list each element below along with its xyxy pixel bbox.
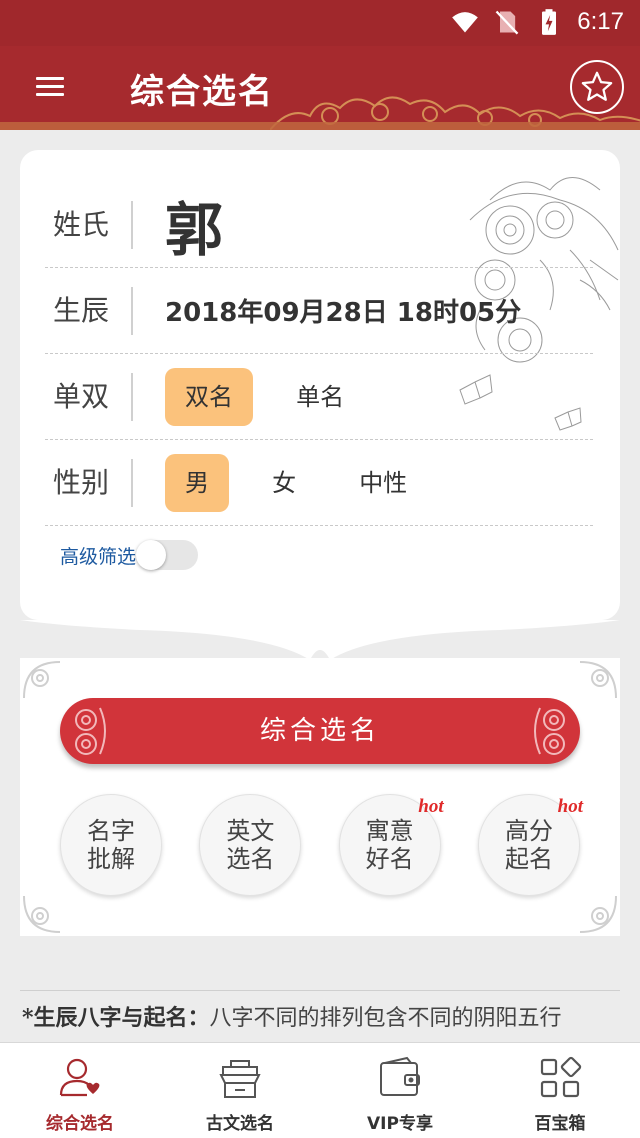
option-double-name[interactable]: 双名 — [165, 367, 253, 426]
person-heart-icon — [59, 1058, 100, 1097]
hot-badge: hot — [418, 796, 444, 817]
divider — [20, 990, 620, 991]
hot-badge: hot — [557, 796, 583, 817]
menu-button[interactable] — [30, 72, 70, 106]
star-icon — [581, 71, 613, 101]
surname-value[interactable]: 郭 — [133, 183, 223, 267]
swirl-icon — [534, 707, 565, 755]
option-single-name[interactable]: 单名 — [276, 368, 364, 426]
nav-label: 古文选名 — [206, 1114, 274, 1134]
gender-row: 性别 男 女 中性 — [45, 440, 593, 526]
no-sim-icon — [495, 10, 519, 35]
comprehensive-naming-button[interactable]: 综合选名 — [60, 698, 580, 764]
circle-label: 名字 — [87, 817, 135, 845]
info-heading: *生辰八字与起名： — [22, 1005, 210, 1031]
advanced-filter-toggle[interactable] — [136, 540, 199, 570]
circle-label: 高分 — [504, 817, 553, 845]
book-stack-icon — [219, 1060, 261, 1098]
menu-icon — [36, 77, 64, 80]
advanced-filter-label: 高级筛选 — [60, 545, 137, 568]
nav-vip[interactable]: VIP专享 — [320, 1043, 480, 1138]
corner-ornament-icon — [23, 661, 61, 699]
grid-icon — [540, 1056, 582, 1098]
bottom-navigation: 综合选名 古文选名 VIP专享 百宝箱 — [0, 1042, 640, 1138]
circle-label: 寓意 — [365, 817, 414, 845]
nav-comprehensive-naming[interactable]: 综合选名 — [0, 1043, 160, 1138]
app-bar: 综合选名 — [0, 46, 640, 130]
name-length-row: 单双 双名 单名 — [45, 354, 593, 440]
nav-toolbox[interactable]: 百宝箱 — [480, 1043, 640, 1138]
page-title: 综合选名 — [130, 72, 274, 112]
nav-classical-naming[interactable]: 古文选名 — [160, 1043, 320, 1138]
circle-label: 好名 — [365, 845, 414, 873]
circle-label: 选名 — [226, 845, 275, 873]
name-analysis-button[interactable]: 名字 批解 — [60, 794, 162, 896]
nav-label: VIP专享 — [367, 1114, 433, 1134]
title-bar-band — [0, 122, 640, 130]
birth-label: 生辰 — [45, 286, 133, 335]
status-bar: 6:17 — [0, 0, 640, 46]
main-button-label: 综合选名 — [259, 716, 380, 746]
card-connector — [20, 620, 620, 660]
circle-label: 起名 — [504, 845, 553, 873]
favorite-button[interactable] — [570, 60, 624, 114]
meaningful-name-button[interactable]: hot 寓意 好名 — [338, 794, 444, 896]
option-neutral[interactable]: 中性 — [339, 454, 427, 512]
battery-charging-icon — [542, 9, 557, 35]
birth-row: 生辰 2018年09月28日 18时05分 — [45, 268, 593, 354]
feature-buttons: 名字 批解 英文 选名 hot 寓意 好名 hot 高分 起名 — [60, 794, 583, 896]
option-female[interactable]: 女 — [252, 454, 316, 512]
circle-label: 英文 — [226, 817, 275, 845]
option-male[interactable]: 男 — [165, 453, 229, 512]
surname-row: 姓氏 郭 — [45, 182, 593, 268]
birth-value[interactable]: 2018年09月28日 18时05分 — [133, 292, 521, 329]
name-length-label: 单双 — [45, 372, 133, 421]
clock: 6:17 — [577, 8, 624, 35]
info-body: 八字不同的排列包含不同的阴阳五行 — [209, 1006, 562, 1031]
nav-label: 百宝箱 — [534, 1114, 586, 1134]
surname-label: 姓氏 — [45, 200, 133, 249]
name-form-card: 姓氏 郭 生辰 2018年09月28日 18时05分 单双 双名 单名 性别 男… — [20, 150, 620, 620]
advanced-filter: 高级筛选 — [60, 540, 199, 570]
wallet-icon — [380, 1056, 420, 1096]
action-card: 综合选名 名字 批解 英文 选名 hot 寓意 好名 hot 高分 起名 — [20, 658, 620, 936]
high-score-naming-button[interactable]: hot 高分 起名 — [477, 794, 583, 896]
info-text: *生辰八字与起名：八字不同的排列包含不同的阴阳五行 — [22, 1000, 620, 1044]
toggle-knob — [136, 540, 167, 570]
english-name-button[interactable]: 英文 选名 — [199, 794, 302, 896]
circle-label: 批解 — [87, 845, 135, 873]
wifi-icon — [452, 12, 479, 33]
corner-ornament-icon — [579, 661, 617, 699]
swirl-icon — [75, 707, 106, 755]
nav-label: 综合选名 — [46, 1114, 114, 1134]
gender-label: 性别 — [45, 458, 133, 507]
